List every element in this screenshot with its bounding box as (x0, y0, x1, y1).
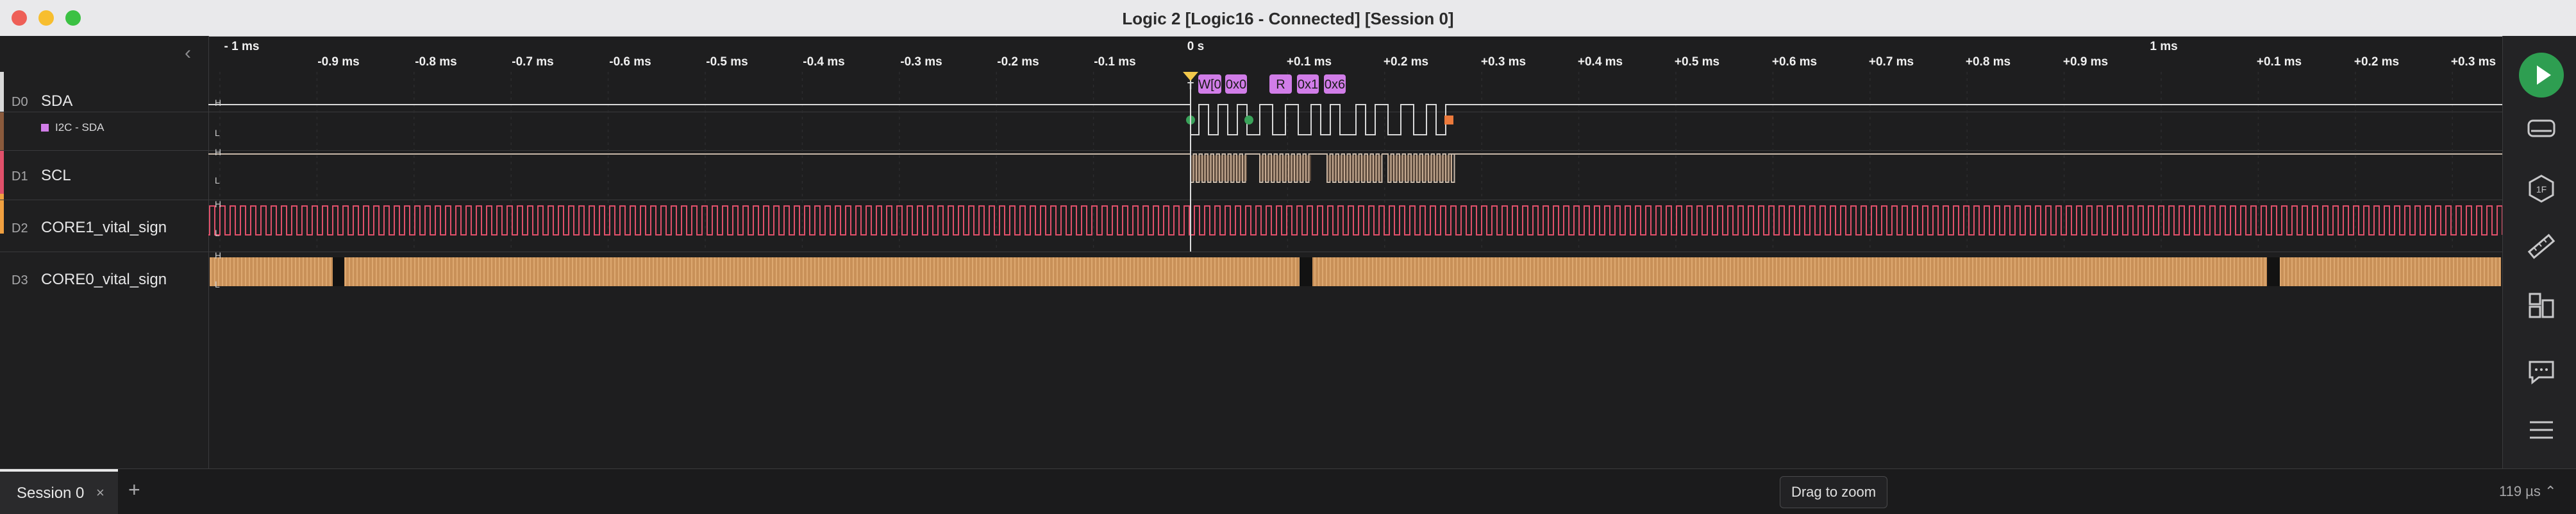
svg-text:1F: 1F (2536, 184, 2547, 194)
traces (208, 104, 2502, 286)
core0-gap (1300, 257, 1312, 286)
level-low-label: L (215, 279, 220, 289)
level-low-label: L (215, 228, 220, 238)
tab-session-0[interactable]: Session 0 × (0, 469, 118, 514)
i2c-decoded-frames[interactable]: W[0 0x0 R 0x1 0x6 (1198, 74, 1346, 94)
channel-color-bar-d0 (0, 72, 4, 112)
hex-extensions-icon[interactable]: 1F (2526, 173, 2557, 204)
channel-name-core1[interactable]: CORE1_vital_sign (41, 219, 167, 237)
i2c-frame-label: 0x1 (1298, 78, 1318, 92)
i2c-frame-label: W[0 (1198, 78, 1221, 92)
level-high-label: H (215, 199, 221, 209)
core1-trace (208, 205, 2502, 236)
level-low-label: L (215, 175, 220, 185)
session-tab-label: Session 0 (17, 484, 85, 502)
channel-number-d0: D0 (12, 95, 28, 109)
level-high-label: H (215, 250, 221, 261)
core0-gap (2267, 257, 2280, 286)
scl-burst (1260, 155, 1311, 181)
i2c-frame-label: 0x0 (1226, 78, 1246, 92)
start-capture-button[interactable] (2519, 53, 2564, 98)
i2c-frame-label: 0x6 (1325, 78, 1345, 92)
layout-icon[interactable] (2526, 290, 2557, 321)
time-scale-selector[interactable]: 119 µs ⌃ (2499, 483, 2556, 500)
analyzer-color-icon (41, 124, 49, 132)
stop-marker (1444, 116, 1453, 124)
level-high-label: H (215, 147, 221, 157)
menu-icon[interactable] (2526, 415, 2557, 445)
analyzer-label[interactable]: I2C - SDA (41, 121, 105, 134)
scl-burst (1191, 155, 1247, 181)
channel-number-d1: D1 (12, 169, 28, 184)
start-marker (1244, 116, 1253, 124)
channel-color-bar-d1 (0, 112, 4, 150)
measure-icon[interactable] (2526, 231, 2557, 262)
channel-color-bar-d2 (0, 150, 4, 194)
bottom-bar: Session 0 × + Drag to zoom 119 µs ⌃ (0, 468, 2576, 514)
channel-name-sda[interactable]: SDA (41, 92, 72, 110)
scl-burst (1327, 155, 1382, 181)
right-sidebar: 1F (2502, 36, 2576, 468)
scl-burst (1388, 155, 1452, 181)
level-high-label: H (215, 98, 221, 108)
channel-number-d2: D2 (12, 221, 28, 236)
channel-number-d3: D3 (12, 273, 28, 287)
trigger-label: T (1187, 81, 1194, 92)
channel-name-core0[interactable]: CORE0_vital_sign (41, 271, 167, 289)
add-session-button[interactable]: + (128, 478, 140, 502)
waveform-area[interactable]: T W[0 0x0 R 0x1 0x6 HLHLHLHL (208, 0, 2502, 468)
chat-icon[interactable] (2526, 357, 2557, 388)
core0-gap (333, 257, 344, 286)
sda-trace (208, 104, 2502, 135)
channel-labels-panel: ‹ D0 SDA I2C - SDA D1 SCL D2 CORE1_vital… (0, 36, 209, 468)
collapse-panel-icon[interactable]: ‹ (185, 42, 191, 64)
level-low-label: L (215, 128, 220, 138)
analyzers-icon[interactable] (2526, 113, 2557, 144)
drag-to-zoom-hint: Drag to zoom (1780, 476, 1887, 508)
channel-name-scl[interactable]: SCL (41, 167, 71, 185)
i2c-frame-label: R (1276, 78, 1285, 92)
close-tab-icon[interactable]: × (96, 484, 105, 501)
